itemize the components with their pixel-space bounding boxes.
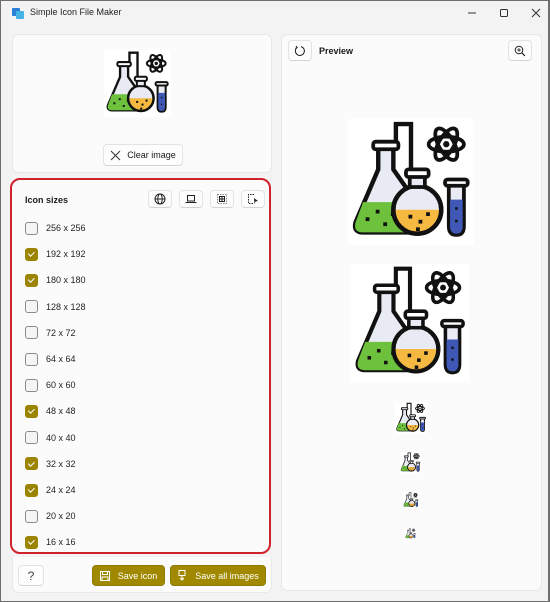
minimize-icon (468, 12, 476, 14)
checkbox-unchecked[interactable] (25, 431, 38, 445)
source-image-panel: Clear image (12, 34, 272, 173)
checkbox-unchecked[interactable] (25, 221, 38, 235)
checkbox-unchecked[interactable] (25, 326, 38, 340)
icon-sizes-heading: Icon sizes (25, 195, 69, 205)
size-checkbox-row[interactable]: 24 x 24 (25, 482, 76, 498)
maximize-icon (500, 9, 508, 17)
preview-image-192 (348, 119, 474, 245)
help-button[interactable]: ? (18, 565, 44, 586)
size-checkbox-row[interactable]: 128 x 128 (25, 299, 86, 315)
size-label: 40 x 40 (46, 432, 76, 443)
size-label: 128 x 128 (46, 301, 86, 312)
size-checkbox-row[interactable]: 192 x 192 (25, 246, 86, 262)
preview-panel: Preview (281, 34, 542, 591)
size-checkbox-row[interactable]: 20 x 20 (25, 508, 76, 524)
close-button[interactable] (517, 1, 550, 25)
size-checkbox-row[interactable]: 32 x 32 (25, 456, 76, 472)
size-label: 60 x 60 (46, 380, 76, 391)
checkbox-unchecked[interactable] (25, 509, 38, 523)
preview-image-32 (400, 452, 421, 473)
checkbox-checked[interactable] (25, 273, 38, 287)
select-cursor-icon (248, 194, 258, 204)
zoom-in-icon (514, 45, 526, 56)
save-icon (99, 570, 110, 581)
checkbox-unchecked[interactable] (25, 352, 38, 366)
laptop-icon (185, 195, 197, 203)
size-label: 192 x 192 (46, 249, 86, 260)
app-icon (12, 8, 24, 19)
checkbox-checked[interactable] (25, 404, 38, 418)
size-checkbox-row[interactable]: 48 x 48 (25, 403, 76, 419)
size-label: 72 x 72 (46, 327, 76, 338)
size-checkbox-row[interactable]: 72 x 72 (25, 325, 76, 341)
save-icon-label: Save icon (117, 570, 158, 581)
size-label: 64 x 64 (46, 354, 76, 364)
size-checkbox-row[interactable]: 64 x 64 (25, 351, 76, 367)
custom-select-button[interactable] (241, 190, 265, 208)
globe-icon (154, 193, 166, 205)
size-checkbox-row[interactable]: 60 x 60 (25, 377, 76, 393)
web-preset-button[interactable] (148, 190, 172, 208)
grid-icon (217, 194, 227, 204)
title-bar: Simple Icon File Maker (1, 1, 549, 25)
save-icon-button[interactable]: Save icon (92, 565, 165, 586)
checkbox-checked[interactable] (25, 535, 38, 549)
select-all-button[interactable] (210, 190, 234, 208)
refresh-icon (294, 45, 305, 56)
size-label: 16 x 16 (46, 537, 76, 548)
icon-sizes-panel: Icon sizes 256 x 256 192 x 192 180 x 180 12… (10, 178, 271, 554)
preview-image-180 (351, 264, 469, 382)
size-label: 180 x 180 (46, 275, 86, 286)
refresh-button[interactable] (288, 40, 312, 61)
close-icon (531, 8, 541, 18)
save-all-images-label: Save all images (195, 570, 259, 581)
close-icon (110, 150, 121, 160)
window-title: Simple Icon File Maker (30, 7, 122, 17)
size-label: 20 x 20 (46, 511, 76, 522)
size-label: 256 x 256 (46, 223, 86, 233)
zoom-preview-button[interactable] (508, 40, 532, 61)
windows-preset-button[interactable] (179, 190, 203, 208)
size-label: 32 x 32 (46, 458, 76, 469)
size-checkbox-row[interactable]: 16 x 16 (25, 534, 76, 550)
size-checkbox-row[interactable]: 40 x 40 (25, 430, 76, 446)
checkbox-checked[interactable] (25, 483, 38, 497)
checkbox-unchecked[interactable] (25, 378, 38, 392)
save-all-icon (178, 570, 186, 581)
chemistry-flasks-icon (104, 50, 171, 117)
checkbox-unchecked[interactable] (25, 300, 38, 314)
preview-heading: Preview (319, 46, 354, 56)
save-all-images-button[interactable]: Save all images (170, 565, 266, 586)
clear-image-label: Clear image (127, 150, 176, 160)
size-label: 24 x 24 (46, 485, 76, 495)
checkbox-checked[interactable] (25, 457, 38, 471)
checkbox-checked[interactable] (25, 247, 38, 261)
size-label: 48 x 48 (46, 406, 76, 417)
size-checkbox-row[interactable]: 256 x 256 (25, 220, 86, 236)
size-checkbox-row[interactable]: 180 x 180 (25, 272, 86, 288)
preview-image-24 (403, 492, 419, 508)
clear-image-button[interactable]: Clear image (103, 144, 183, 166)
preview-image-16 (405, 528, 416, 539)
help-label: ? (27, 568, 35, 583)
preview-image-48 (395, 402, 427, 434)
